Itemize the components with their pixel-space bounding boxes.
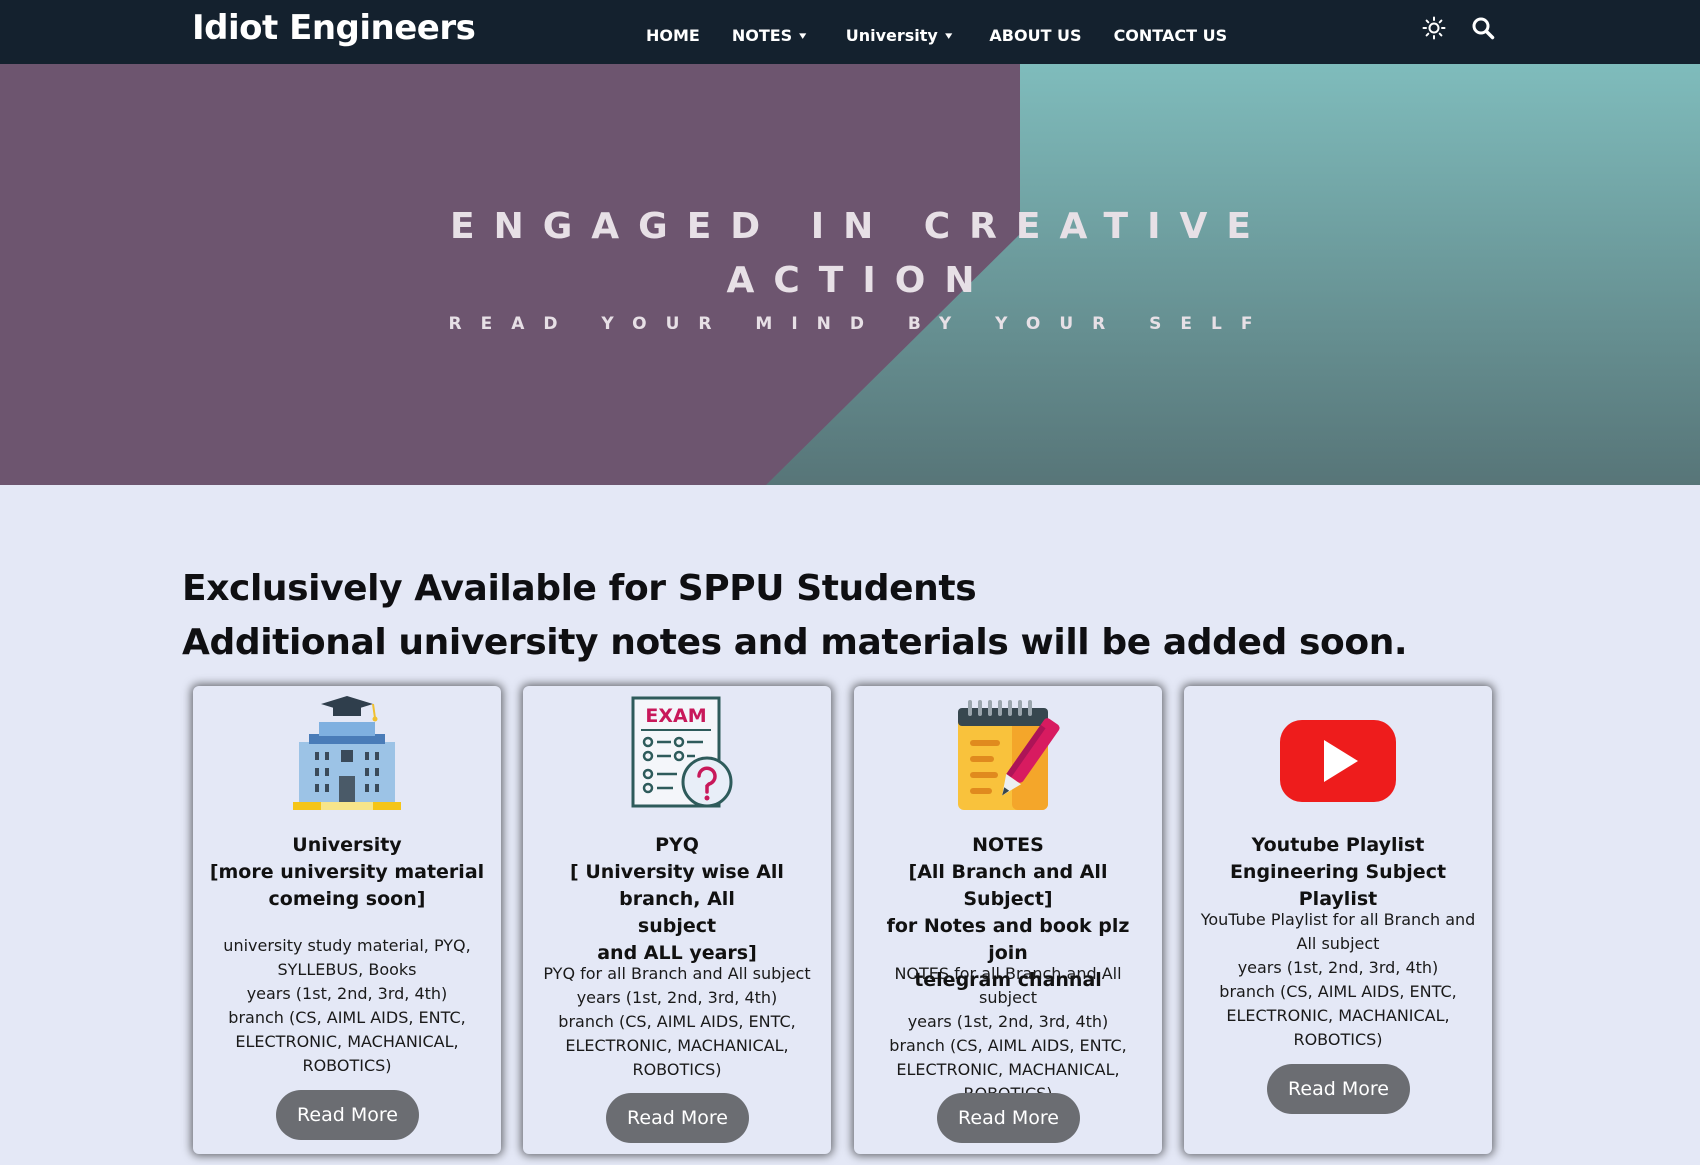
nav-label: NOTES	[731, 25, 793, 45]
card-desc-line: YouTube Playlist for all Branch and	[1200, 910, 1476, 929]
read-more-button[interactable]: Read More	[937, 1093, 1080, 1143]
card-title-line: NOTES	[972, 834, 1044, 856]
nav-menu: HOME NOTES ▾ University ▾ ABOUT US CONTACT…	[646, 0, 1227, 64]
card-notes: NOTES [All Branch and All Subject] for N…	[854, 686, 1162, 1154]
card-desc-line: ROBOTICS)	[302, 1056, 392, 1075]
card-title-line: Engineering Subject Playlist	[1229, 861, 1447, 910]
card-desc-line: ELECTRONIC, MACHANICAL,	[896, 1060, 1120, 1079]
card-title: University [more university material com…	[203, 832, 491, 913]
card-desc-line: years (1st, 2nd, 3rd, 4th)	[246, 984, 448, 1003]
hero-title-line2: ACTION	[726, 260, 994, 301]
exam-icon-text: EXAM	[645, 705, 706, 727]
nav-item-about[interactable]: ABOUT US	[989, 20, 1081, 45]
card-desc-line: NOTES for all Branch and All subject	[894, 964, 1122, 1007]
card-desc-line: years (1st, 2nd, 3rd, 4th)	[907, 1012, 1109, 1031]
search-icon[interactable]	[1471, 16, 1495, 44]
section-heading: Exclusively Available for SPPU Students	[182, 568, 977, 609]
read-more-button[interactable]: Read More	[276, 1090, 419, 1140]
card-desc-line: PYQ for all Branch and All subject	[543, 964, 811, 983]
card-title: Youtube Playlist Engineering Subject Pla…	[1194, 832, 1482, 913]
nav-label: University	[845, 25, 938, 45]
card-youtube: Youtube Playlist Engineering Subject Pla…	[1184, 686, 1492, 1154]
nav-label: ABOUT US	[989, 25, 1082, 45]
hero-title-line1: ENGAGED IN CREATIVE	[450, 206, 1270, 247]
exam-paper-icon: EXAM	[611, 694, 743, 818]
card-title-line: comeing soon]	[268, 888, 426, 910]
card-desc-line: branch (CS, AIML AIDS, ENTC,	[558, 1012, 796, 1031]
card-desc-line: branch (CS, AIML AIDS, ENTC,	[889, 1036, 1127, 1055]
card-title-line: University	[292, 834, 402, 856]
card-desc-line: branch (CS, AIML AIDS, ENTC,	[1219, 982, 1457, 1001]
card-desc-line: ELECTRONIC, MACHANICAL,	[1226, 1006, 1450, 1025]
chevron-down-icon: ▾	[799, 28, 807, 42]
card-desc-line: branch (CS, AIML AIDS, ENTC,	[228, 1008, 466, 1027]
card-university: University [more university material com…	[193, 686, 501, 1154]
top-navbar: Idiot Engineers HOME NOTES ▾ University ▾ …	[0, 0, 1700, 64]
card-description: PYQ for all Branch and All subject years…	[537, 962, 817, 1082]
read-more-button[interactable]: Read More	[606, 1093, 749, 1143]
nav-item-contact[interactable]: CONTACT US	[1114, 20, 1228, 45]
youtube-play-icon	[1272, 694, 1404, 818]
hero-subtitle: READ YOUR MIND BY YOUR SELF	[448, 314, 1272, 334]
card-desc-line: SYLLEBUS, Books	[277, 960, 417, 979]
site-brand[interactable]: Idiot Engineers	[192, 8, 476, 48]
notepad-pen-icon	[942, 694, 1074, 818]
nav-label: HOME	[646, 25, 700, 45]
sun-icon[interactable]	[1422, 16, 1446, 44]
card-pyq: EXAM PYQ [ University wise All branch, A…	[523, 686, 831, 1154]
card-desc-line: years (1st, 2nd, 3rd, 4th)	[1237, 958, 1439, 977]
card-description: NOTES for all Branch and All subject yea…	[868, 962, 1148, 1106]
card-description: university study material, PYQ, SYLLEBUS…	[207, 934, 487, 1078]
card-desc-line: ROBOTICS)	[632, 1060, 722, 1079]
card-title-line: subject	[637, 915, 717, 937]
card-title-line: for Notes and book plz join	[886, 915, 1130, 964]
nav-item-university[interactable]: University ▾	[846, 20, 952, 45]
card-title-line: [All Branch and All Subject]	[908, 861, 1108, 910]
card-title-line: PYQ	[655, 834, 699, 856]
nav-item-notes[interactable]: NOTES ▾	[731, 20, 807, 45]
card-desc-line: All subject	[1296, 934, 1380, 953]
card-description: YouTube Playlist for all Branch and All …	[1198, 908, 1478, 1052]
card-desc-line: years (1st, 2nd, 3rd, 4th)	[576, 988, 778, 1007]
hero-banner: ENGAGED IN CREATIVE ACTION READ YOUR MIN…	[0, 64, 1700, 485]
card-title-line: [ University wise All branch, All	[570, 861, 784, 910]
nav-item-home[interactable]: HOME	[646, 20, 700, 45]
card-title: PYQ [ University wise All branch, All su…	[533, 832, 821, 967]
card-title-line: [more university material	[209, 861, 485, 883]
card-desc-line: university study material, PYQ,	[223, 936, 471, 955]
nav-label: CONTACT US	[1113, 25, 1228, 45]
university-building-icon	[281, 694, 413, 818]
chevron-down-icon: ▾	[945, 28, 953, 42]
read-more-button[interactable]: Read More	[1267, 1064, 1410, 1114]
card-desc-line: ELECTRONIC, MACHANICAL,	[235, 1032, 459, 1051]
card-title-line: Youtube Playlist	[1251, 834, 1425, 856]
card-desc-line: ELECTRONIC, MACHANICAL,	[565, 1036, 789, 1055]
section-subheading: Additional university notes and material…	[182, 622, 1408, 663]
card-desc-line: ROBOTICS)	[1293, 1030, 1383, 1049]
